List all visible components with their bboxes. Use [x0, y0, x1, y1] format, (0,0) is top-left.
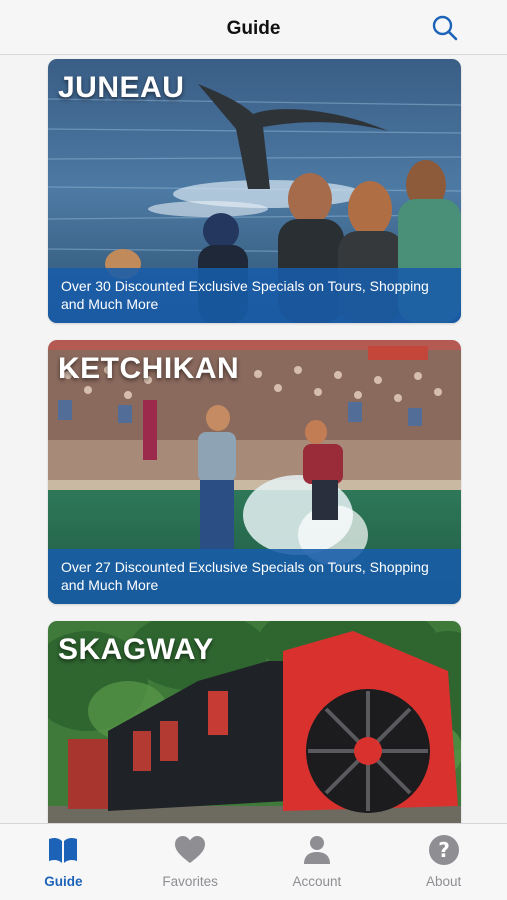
search-icon[interactable]	[430, 13, 460, 43]
heart-icon	[175, 836, 206, 863]
person-icon	[303, 836, 330, 864]
book-icon	[49, 837, 78, 863]
tab-label: Favorites	[162, 874, 218, 889]
tab-label: Account	[292, 874, 342, 889]
tab-bar: Guide Favorites Account ? About	[0, 823, 507, 900]
destination-list[interactable]: JUNEAU Over 30 Discounted Exclusive Spec…	[0, 55, 507, 823]
tab-favorites[interactable]: Favorites	[127, 824, 254, 900]
card-caption: Over 30 Discounted Exclusive Specials on…	[48, 268, 461, 323]
tab-about[interactable]: ? About	[380, 824, 507, 900]
question-icon: ?	[428, 835, 459, 865]
destination-card-ketchikan[interactable]: KETCHIKAN Over 27 Discounted Exclusive S…	[48, 340, 461, 604]
city-title: SKAGWAY	[58, 633, 214, 666]
destination-card-skagway[interactable]: SKAGWAY	[48, 621, 461, 823]
tab-label: About	[425, 874, 462, 889]
tab-guide[interactable]: Guide	[0, 824, 127, 900]
city-title: JUNEAU	[58, 71, 185, 104]
city-title: KETCHIKAN	[58, 352, 240, 385]
tab-account[interactable]: Account	[254, 824, 381, 900]
tab-label: Guide	[44, 874, 83, 889]
destination-card-juneau[interactable]: JUNEAU Over 30 Discounted Exclusive Spec…	[48, 59, 461, 323]
nav-header: Guide	[0, 0, 507, 55]
card-caption: Over 27 Discounted Exclusive Specials on…	[48, 549, 461, 604]
svg-text:?: ?	[438, 838, 450, 862]
app-screen: Guide JUNEAU Over 30 Discounted Exclusiv…	[0, 0, 507, 900]
